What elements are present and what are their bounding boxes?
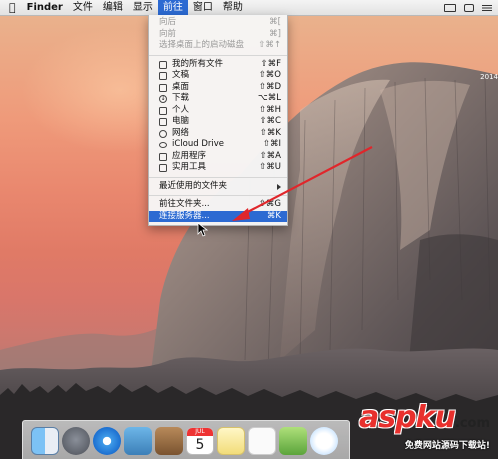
watermark: aspku.com 免费网站源码下载站! — [324, 401, 494, 457]
annotation-arrow — [197, 146, 373, 237]
watermark-logo-text: aspku — [358, 400, 456, 435]
mouse-pointer-icon — [197, 222, 209, 237]
safari-icon[interactable] — [93, 426, 121, 455]
reminders-icon[interactable] — [248, 426, 276, 455]
calendar-month: JUL — [187, 427, 213, 436]
watermark-logo-suffix: .com — [454, 416, 490, 431]
mail-icon[interactable] — [124, 426, 152, 455]
desktop-screen: 2014  Finder 文件 编辑 显示 前往 窗口 帮助 向后 ⌘[ 向前… — [0, 0, 498, 459]
maps-icon[interactable] — [279, 426, 307, 455]
notes-icon[interactable] — [217, 426, 245, 455]
watermark-subtitle: 免费网站源码下载站! — [404, 441, 490, 451]
watermark-logo: aspku.com — [359, 401, 490, 441]
contacts-icon[interactable] — [155, 426, 183, 455]
launchpad-icon[interactable] — [62, 426, 90, 455]
calendar-day: 5 — [195, 436, 205, 453]
finder-icon[interactable] — [31, 426, 59, 455]
calendar-icon[interactable]: JUL 5 — [186, 426, 214, 455]
dock: JUL 5 — [22, 420, 350, 459]
